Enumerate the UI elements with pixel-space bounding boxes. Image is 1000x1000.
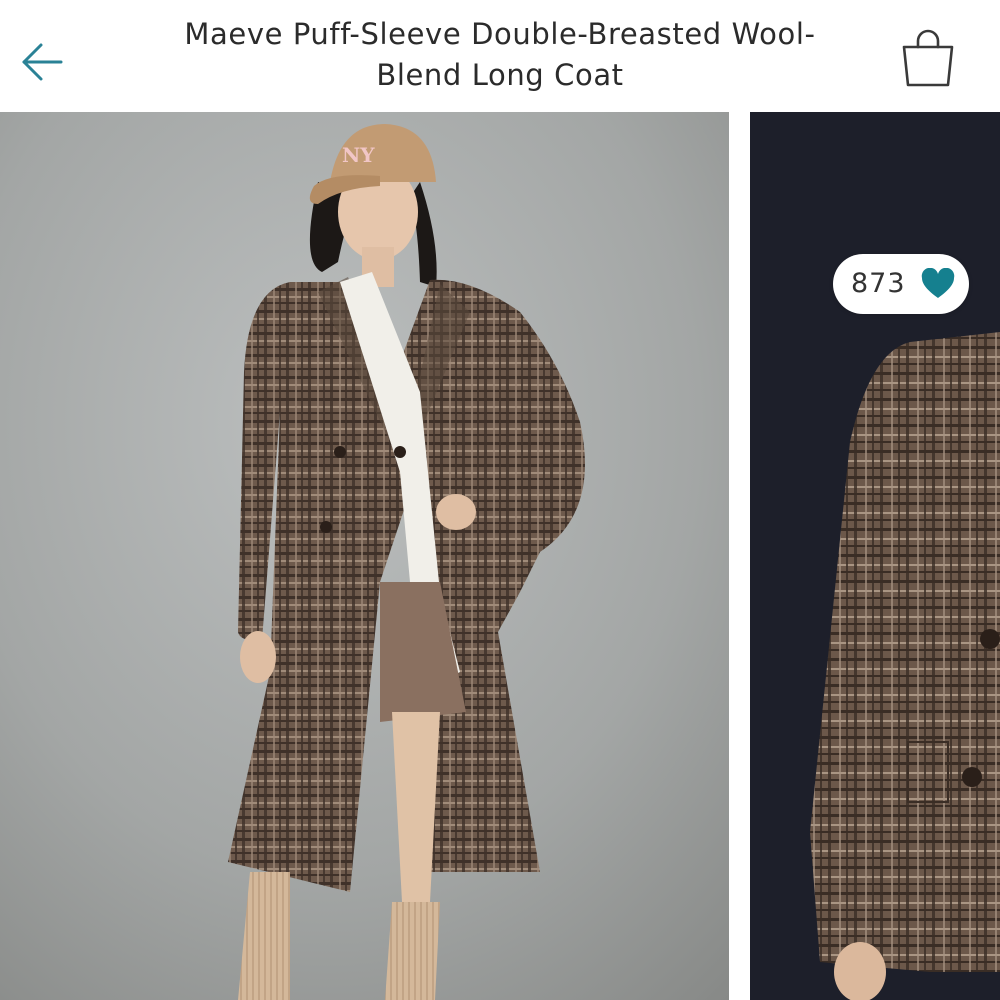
arrow-left-icon <box>22 43 63 81</box>
back-button[interactable] <box>14 36 70 88</box>
shopping-bag-button[interactable] <box>888 22 968 92</box>
image-divider <box>729 112 750 1000</box>
heart-icon <box>921 268 955 298</box>
product-image-carousel[interactable]: NY 873 <box>0 112 1000 1000</box>
product-title: Maeve Puff-Sleeve Double-Breasted Wool-B… <box>184 17 816 92</box>
product-detail-screen: Maeve Puff-Sleeve Double-Breasted Wool-B… <box>0 0 1000 1000</box>
product-image-secondary[interactable] <box>750 112 1000 1000</box>
product-image-main[interactable]: NY <box>0 112 729 1000</box>
top-bar: Maeve Puff-Sleeve Double-Breasted Wool-B… <box>0 0 1000 112</box>
like-count: 873 <box>851 268 906 299</box>
model-photo: NY <box>0 112 729 1000</box>
detail-photo <box>750 112 1000 1000</box>
shopping-bag-icon <box>902 29 954 87</box>
like-button[interactable]: 873 <box>833 254 969 314</box>
svg-text:NY: NY <box>342 143 375 167</box>
